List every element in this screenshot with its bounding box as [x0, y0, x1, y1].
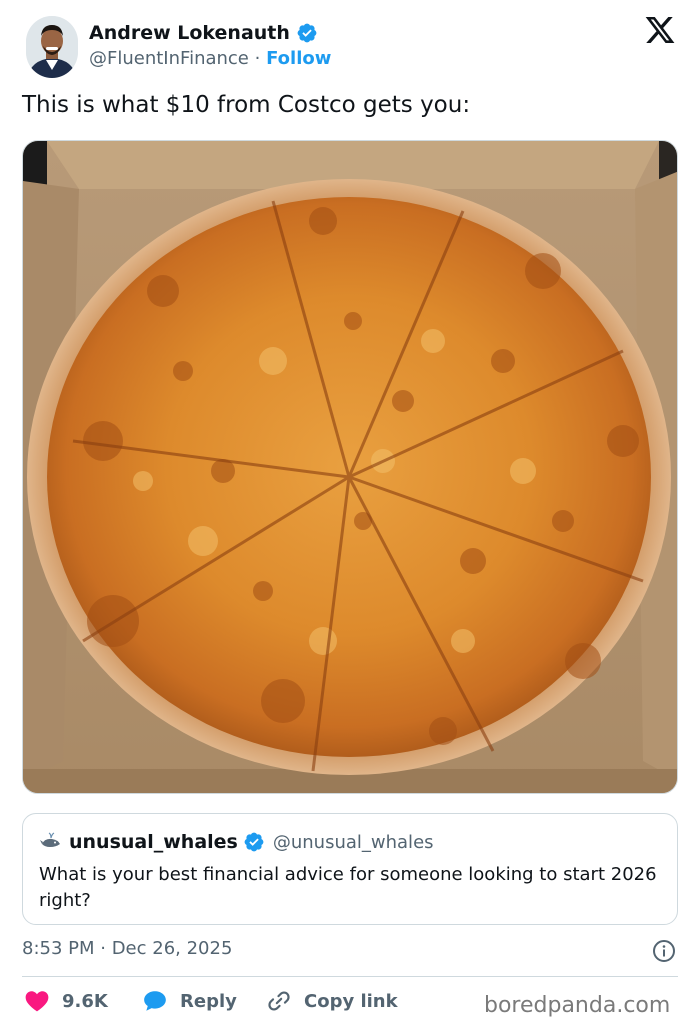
whale-icon: [40, 832, 60, 847]
quoted-tweet[interactable]: unusual_whales @unusual_whales What is y…: [22, 813, 678, 925]
reply-button[interactable]: Reply: [142, 988, 237, 1014]
author-avatar[interactable]: [26, 16, 78, 78]
heart-icon: [25, 991, 49, 1012]
tweet-text: This is what $10 from Costco gets you:: [22, 92, 471, 118]
quoted-author-handle[interactable]: @unusual_whales: [273, 832, 434, 853]
like-count: 9.6K: [62, 990, 108, 1012]
handle-separator: ·: [254, 48, 261, 69]
copy-link-button[interactable]: Copy link: [266, 988, 398, 1014]
tweet-header: Andrew Lokenauth @FluentInFinance · Foll…: [26, 14, 676, 80]
author-name[interactable]: Andrew Lokenauth: [89, 22, 290, 44]
divider: [22, 976, 678, 977]
author-handle[interactable]: @FluentInFinance: [89, 48, 249, 69]
link-icon: [268, 991, 290, 1011]
info-icon[interactable]: [652, 939, 676, 963]
pizza-photo[interactable]: [22, 140, 678, 794]
author-handle-row: @FluentInFinance · Follow: [89, 48, 331, 69]
reply-label: Reply: [180, 990, 237, 1012]
verified-badge-icon: [297, 23, 317, 43]
like-button[interactable]: 9.6K: [24, 988, 108, 1014]
reply-bubble-icon: [144, 991, 166, 1011]
quoted-tweet-header: unusual_whales @unusual_whales: [39, 830, 434, 854]
quoted-author-name[interactable]: unusual_whales: [69, 831, 238, 853]
tweet-timestamp[interactable]: 8:53 PM · Dec 26, 2025: [22, 938, 232, 959]
x-logo-icon[interactable]: [644, 14, 676, 46]
watermark: boredpanda.com: [484, 993, 671, 1018]
follow-button[interactable]: Follow: [266, 48, 331, 69]
quoted-tweet-text: What is your best financial advice for s…: [39, 864, 657, 911]
verified-badge-icon: [244, 832, 264, 852]
copy-link-label: Copy link: [304, 990, 398, 1012]
author-name-row: Andrew Lokenauth: [89, 22, 318, 44]
